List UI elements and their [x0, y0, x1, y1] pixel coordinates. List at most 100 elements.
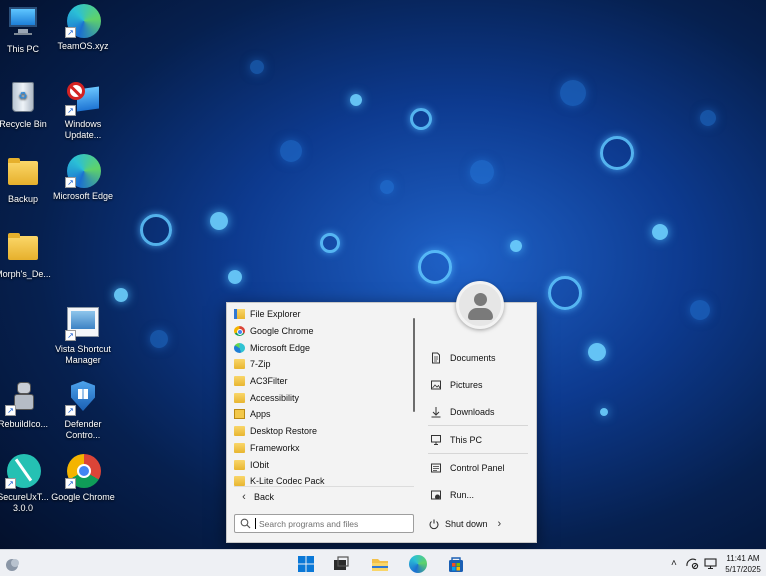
program-item-frameworkx[interactable]: Frameworkx	[234, 440, 414, 457]
chevron-right-icon[interactable]: ›	[498, 518, 502, 530]
recycle-bin-icon: ♻	[5, 80, 41, 116]
program-item-iobit[interactable]: IObit	[234, 456, 414, 473]
clock-time: 11:41 AM	[726, 554, 760, 563]
program-list-scrollbar[interactable]	[413, 318, 415, 412]
desktop-icon-defender-control[interactable]: ↗ Defender Contro...	[51, 380, 115, 441]
place-label: Control Panel	[450, 462, 505, 473]
desktop-icon-label: Morph's_De...	[0, 269, 51, 279]
shortcut-arrow-icon: ↗	[65, 330, 76, 341]
desktop-icon-microsoft-edge[interactable]: ↗ Microsoft Edge	[51, 152, 115, 202]
program-label: File Explorer	[250, 309, 301, 320]
taskbar-edge[interactable]	[408, 554, 428, 574]
program-label: K-Lite Codec Pack	[250, 476, 325, 487]
back-button[interactable]: ‹ Back	[234, 486, 414, 506]
taskbar-store[interactable]	[446, 554, 466, 574]
folder-icon	[234, 359, 245, 370]
start-button[interactable]	[296, 554, 316, 574]
desktop-icon-windows-update[interactable]: ↗ Windows Update...	[51, 80, 115, 141]
user-avatar[interactable]	[456, 281, 504, 329]
desktop-icon-teamos[interactable]: ↗ TeamOS.xyz	[51, 2, 115, 52]
folder-icon	[5, 230, 41, 266]
desktop-icon-label: TeamOS.xyz	[57, 41, 109, 51]
program-item-7zip[interactable]: 7-Zip	[234, 356, 414, 373]
program-item-apps[interactable]: Apps	[234, 406, 414, 423]
program-item-google-chrome[interactable]: Google Chrome	[234, 323, 414, 340]
program-item-ac3filter[interactable]: AC3Filter	[234, 373, 414, 390]
download-icon	[430, 406, 442, 418]
program-item-accessibility[interactable]: Accessibility	[234, 389, 414, 406]
shield-icon: ↗	[65, 380, 101, 416]
task-view-icon	[334, 556, 349, 570]
shortcut-arrow-icon: ↗	[65, 27, 76, 38]
tray-display[interactable]	[704, 550, 718, 576]
desktop-icon-label: RebuildIco...	[0, 419, 49, 429]
place-run[interactable]: Run...	[424, 481, 528, 508]
desktop-icon-label: This PC	[6, 44, 39, 54]
program-item-file-explorer[interactable]: File Explorer	[234, 306, 414, 323]
desktop-icon-google-chrome[interactable]: ↗ Google Chrome	[51, 453, 115, 503]
chrome-icon: ↗	[65, 453, 101, 489]
task-view-button[interactable]	[331, 554, 351, 574]
computer-icon	[5, 5, 41, 41]
desktop-icon-label: Windows Update...	[64, 119, 102, 140]
place-this-pc[interactable]: This PC	[424, 426, 528, 453]
program-item-microsoft-edge[interactable]: Microsoft Edge	[234, 339, 414, 356]
program-label: Frameworkx	[250, 442, 300, 453]
program-label: Apps	[250, 409, 271, 420]
place-pictures[interactable]: Pictures	[424, 371, 528, 398]
desktop-icon-vista-shortcut-manager[interactable]: ↗ Vista Shortcut Manager	[51, 305, 115, 366]
shutdown-button[interactable]: Shut down ›	[424, 514, 504, 533]
computer-icon	[430, 434, 442, 446]
shortcut-arrow-icon: ↗	[5, 405, 16, 416]
edge-icon: ↗	[65, 2, 101, 38]
desktop-icon-rebuildicon[interactable]: ↗ RebuildIco...	[0, 380, 55, 430]
shortcut-arrow-icon: ↗	[65, 405, 76, 416]
program-label: 7-Zip	[250, 359, 271, 370]
windows-update-blocked-icon: ↗	[65, 80, 101, 116]
desktop-icon-morphs[interactable]: Morph's_De...	[0, 230, 55, 280]
desktop-icon-label: Google Chrome	[51, 492, 115, 502]
desktop-icon-label: Vista Shortcut Manager	[55, 344, 111, 365]
edge-icon	[409, 555, 427, 573]
control-panel-icon	[430, 462, 442, 474]
shortcut-arrow-icon: ↗	[5, 478, 16, 489]
place-label: This PC	[450, 434, 483, 445]
folder-icon	[5, 155, 41, 191]
edge-icon	[234, 342, 245, 353]
program-label: Desktop Restore	[250, 426, 318, 437]
desktop-icon-recycle-bin[interactable]: ♻ Recycle Bin	[0, 80, 55, 130]
desktop-icon-label: Backup	[7, 194, 39, 204]
program-label: IObit	[250, 459, 270, 470]
desktop-icon-this-pc[interactable]: This PC	[0, 5, 55, 55]
place-label: Pictures	[450, 379, 483, 390]
program-label: Microsoft Edge	[250, 342, 311, 353]
tray-overflow-button[interactable]: ˄	[671, 550, 677, 576]
robot-icon: ↗	[5, 380, 41, 416]
taskbar-file-explorer[interactable]	[370, 554, 390, 574]
weather-icon[interactable]	[3, 554, 23, 574]
desktop-icon-backup[interactable]: Backup	[0, 155, 55, 205]
chrome-icon	[234, 326, 245, 337]
desktop-icon-secureuxtheme[interactable]: ↗ SecureUxT... 3.0.0	[0, 453, 55, 514]
user-head-shape	[474, 293, 487, 306]
brush-icon: ↗	[5, 453, 41, 489]
program-item-desktop-restore[interactable]: Desktop Restore	[234, 423, 414, 440]
monitor-icon	[704, 558, 717, 570]
taskbar-clock[interactable]: 11:41 AM 5/17/2025	[722, 553, 764, 575]
start-search-box[interactable]: Search programs and files	[234, 514, 414, 533]
desktop-icon-label: Recycle Bin	[0, 119, 47, 129]
place-label: Downloads	[450, 406, 495, 417]
text-caret	[255, 518, 256, 529]
program-label: Accessibility	[250, 392, 300, 403]
taskbar: ˄ 11:41 AM 5/17/2025	[0, 549, 766, 576]
place-documents[interactable]: Documents	[424, 344, 528, 371]
start-menu-places: Documents Pictures Downloads This PC Con…	[424, 344, 528, 508]
tray-network[interactable]	[686, 550, 699, 576]
folder-icon	[234, 392, 245, 403]
desktop-icon-label: Defender Contro...	[64, 419, 102, 440]
place-label: Run...	[450, 489, 475, 500]
shortcut-arrow-icon: ↗	[65, 177, 76, 188]
place-downloads[interactable]: Downloads	[424, 398, 528, 425]
place-control-panel[interactable]: Control Panel	[424, 454, 528, 481]
place-label: Documents	[450, 352, 496, 363]
